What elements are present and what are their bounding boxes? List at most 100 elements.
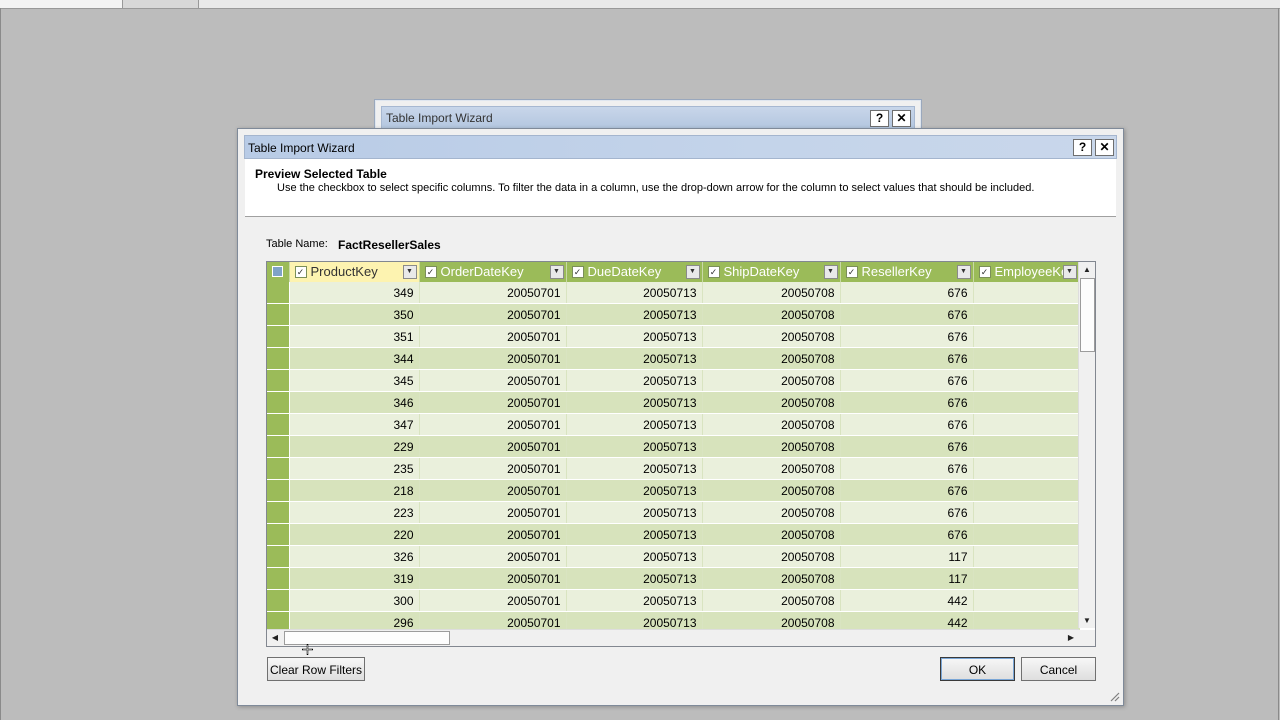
horizontal-scrollbar[interactable]: ◀ ▶	[267, 629, 1079, 646]
scroll-down-icon[interactable]: ▼	[1079, 613, 1095, 628]
table-cell	[973, 303, 1080, 326]
select-all-header[interactable]	[267, 262, 290, 282]
row-header[interactable]	[267, 457, 290, 480]
host-tab-2[interactable]	[123, 0, 199, 8]
table-row[interactable]: 344 20050701 20050713 20050708 676	[267, 347, 1080, 370]
table-row[interactable]: 349 20050701 20050713 20050708 676	[267, 282, 1080, 304]
filter-dropdown-icon[interactable]: ▼	[685, 265, 700, 279]
column-header-label: DueDateKey	[587, 264, 662, 279]
filter-dropdown-icon[interactable]: ▼	[956, 265, 971, 279]
vertical-scrollbar[interactable]: ▲ ▼	[1078, 262, 1095, 628]
row-header[interactable]	[267, 325, 290, 348]
table-cell: 20050713	[566, 282, 703, 304]
table-cell: 20050708	[702, 325, 841, 348]
row-header[interactable]	[267, 369, 290, 392]
dialog-header: Preview Selected Table Use the checkbox …	[245, 159, 1116, 217]
column-header-orderdatekey[interactable]: ✓ OrderDateKey ▼	[419, 262, 567, 282]
dialog-title: Table Import Wizard	[248, 141, 355, 155]
table-row[interactable]: 223 20050701 20050713 20050708 676	[267, 501, 1080, 524]
clear-row-filters-button[interactable]: Clear Row Filters	[267, 657, 365, 681]
table-row[interactable]: 300 20050701 20050713 20050708 442	[267, 589, 1080, 612]
table-cell: 676	[840, 523, 974, 546]
column-checkbox-icon[interactable]: ✓	[978, 266, 991, 278]
table-cell	[973, 391, 1080, 414]
table-cell: 20050701	[419, 282, 567, 304]
column-checkbox-icon[interactable]: ✓	[707, 266, 720, 278]
table-row[interactable]: 345 20050701 20050713 20050708 676	[267, 369, 1080, 392]
table-row[interactable]: 347 20050701 20050713 20050708 676	[267, 413, 1080, 436]
filter-dropdown-icon[interactable]: ▼	[1062, 265, 1077, 279]
scroll-up-icon[interactable]: ▲	[1079, 262, 1095, 277]
column-checkbox-icon[interactable]: ✓	[845, 266, 858, 278]
row-header[interactable]	[267, 545, 290, 568]
ok-button[interactable]: OK	[940, 657, 1015, 681]
close-button[interactable]: ✕	[1095, 139, 1114, 156]
table-cell: 350	[289, 303, 420, 326]
filter-dropdown-icon[interactable]: ▼	[402, 265, 417, 279]
column-header-productkey[interactable]: ✓ ProductKey ▼	[289, 262, 420, 282]
row-header[interactable]	[267, 479, 290, 502]
table-cell: 347	[289, 413, 420, 436]
column-header-resellerkey[interactable]: ✓ ResellerKey ▼	[840, 262, 974, 282]
table-cell: 20050708	[702, 501, 841, 524]
table-cell: 220	[289, 523, 420, 546]
row-header[interactable]	[267, 282, 290, 304]
table-row[interactable]: 319 20050701 20050713 20050708 117	[267, 567, 1080, 590]
column-checkbox-icon[interactable]: ✓	[424, 266, 437, 278]
row-header[interactable]	[267, 303, 290, 326]
page-heading: Preview Selected Table	[255, 167, 387, 181]
table-row[interactable]: 235 20050701 20050713 20050708 676	[267, 457, 1080, 480]
table-cell	[973, 325, 1080, 348]
table-cell: 20050708	[702, 567, 841, 590]
table-cell: 20050701	[419, 545, 567, 568]
table-cell: 676	[840, 282, 974, 304]
table-cell	[973, 501, 1080, 524]
table-cell: 20050713	[566, 325, 703, 348]
table-cell	[973, 457, 1080, 480]
table-row[interactable]: 220 20050701 20050713 20050708 676	[267, 523, 1080, 546]
filter-dropdown-icon[interactable]: ▼	[823, 265, 838, 279]
vertical-scroll-thumb[interactable]	[1080, 278, 1095, 352]
column-checkbox-icon[interactable]: ✓	[571, 266, 584, 278]
row-header[interactable]	[267, 391, 290, 414]
table-row[interactable]: 229 20050701 20050713 20050708 676	[267, 435, 1080, 458]
table-cell	[973, 435, 1080, 458]
cancel-button[interactable]: Cancel	[1021, 657, 1096, 681]
table-cell: 20050708	[702, 282, 841, 304]
column-header-employeekey[interactable]: ✓ EmployeeKey ▼	[973, 262, 1080, 282]
table-cell: 20050713	[566, 523, 703, 546]
column-checkbox-icon[interactable]: ✓	[294, 266, 307, 278]
column-header-duedatekey[interactable]: ✓ DueDateKey ▼	[566, 262, 703, 282]
row-header[interactable]	[267, 435, 290, 458]
row-header[interactable]	[267, 589, 290, 612]
row-header[interactable]	[267, 413, 290, 436]
table-cell: 676	[840, 303, 974, 326]
horizontal-scroll-thumb[interactable]	[284, 631, 450, 645]
preview-grid[interactable]: ✓ ProductKey ▼ ✓ OrderDateKey ▼ ✓ DueDateKey ▼ ✓ S…	[266, 261, 1096, 647]
background-help-button[interactable]: ?	[870, 110, 889, 127]
row-header[interactable]	[267, 347, 290, 370]
table-row[interactable]: 218 20050701 20050713 20050708 676	[267, 479, 1080, 502]
table-row[interactable]: 350 20050701 20050713 20050708 676	[267, 303, 1080, 326]
table-cell: 20050701	[419, 435, 567, 458]
table-row[interactable]: 346 20050701 20050713 20050708 676	[267, 391, 1080, 414]
table-cell	[973, 369, 1080, 392]
table-cell: 20050708	[702, 457, 841, 480]
filter-dropdown-icon[interactable]: ▼	[549, 265, 564, 279]
select-all-icon	[272, 266, 283, 277]
table-row[interactable]: 326 20050701 20050713 20050708 117	[267, 545, 1080, 568]
table-cell: 20050713	[566, 479, 703, 502]
column-header-shipdatekey[interactable]: ✓ ShipDateKey ▼	[702, 262, 841, 282]
resize-grip-icon[interactable]	[1108, 690, 1120, 702]
scroll-right-icon[interactable]: ▶	[1063, 630, 1079, 645]
row-header[interactable]	[267, 501, 290, 524]
row-header[interactable]	[267, 567, 290, 590]
help-button[interactable]: ?	[1073, 139, 1092, 156]
host-tab-1[interactable]	[0, 0, 123, 8]
background-close-button[interactable]: ✕	[892, 110, 911, 127]
scroll-left-icon[interactable]: ◀	[267, 630, 283, 645]
table-cell: 676	[840, 325, 974, 348]
table-cell: 319	[289, 567, 420, 590]
row-header[interactable]	[267, 523, 290, 546]
table-row[interactable]: 351 20050701 20050713 20050708 676	[267, 325, 1080, 348]
